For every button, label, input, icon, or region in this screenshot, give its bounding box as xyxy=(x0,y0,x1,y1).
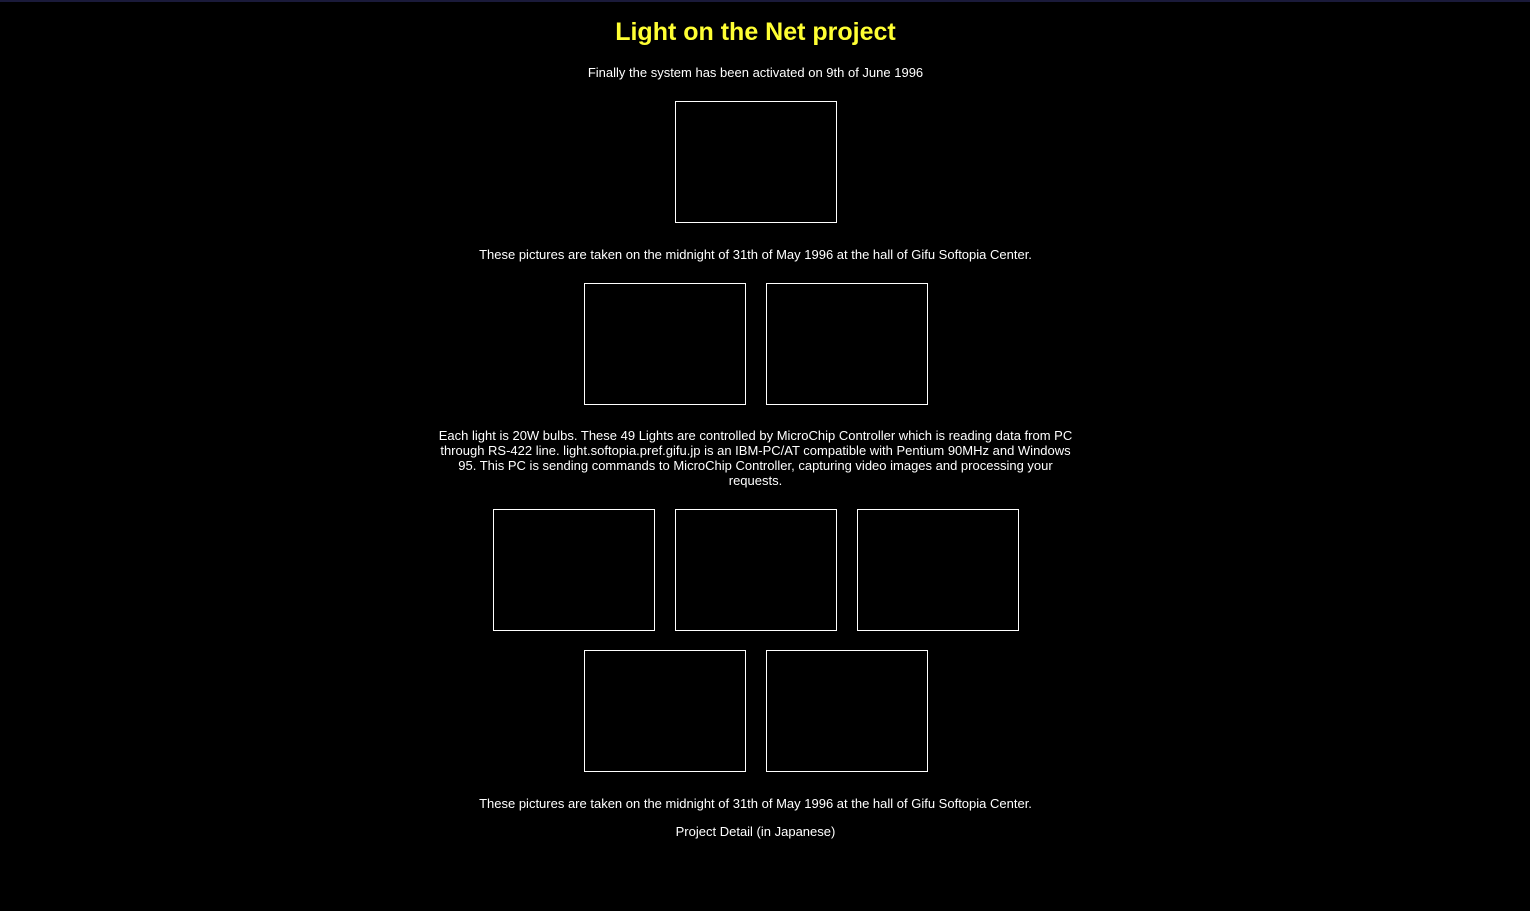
description-text: Each light is 20W bulbs. These 49 Lights… xyxy=(438,428,1073,488)
photo-image-6[interactable] xyxy=(584,650,746,772)
photo-image-7[interactable] xyxy=(766,650,928,772)
photo-image-3[interactable] xyxy=(493,509,655,631)
page-title: Light on the Net project xyxy=(615,18,896,46)
photo-main-image[interactable] xyxy=(675,101,837,223)
photo-image-5[interactable] xyxy=(857,509,1019,631)
photo-image-1[interactable] xyxy=(584,283,746,405)
caption-bottom: These pictures are taken on the midnight… xyxy=(479,796,1032,811)
caption-top: These pictures are taken on the midnight… xyxy=(479,247,1032,262)
page: Light on the Net project Finally the sys… xyxy=(0,0,1530,911)
project-detail-link[interactable]: Project Detail (in Japanese) xyxy=(0,824,1511,839)
photo-image-4[interactable] xyxy=(675,509,837,631)
photo-image-2[interactable] xyxy=(766,283,928,405)
intro-text: Finally the system has been activated on… xyxy=(587,65,924,80)
